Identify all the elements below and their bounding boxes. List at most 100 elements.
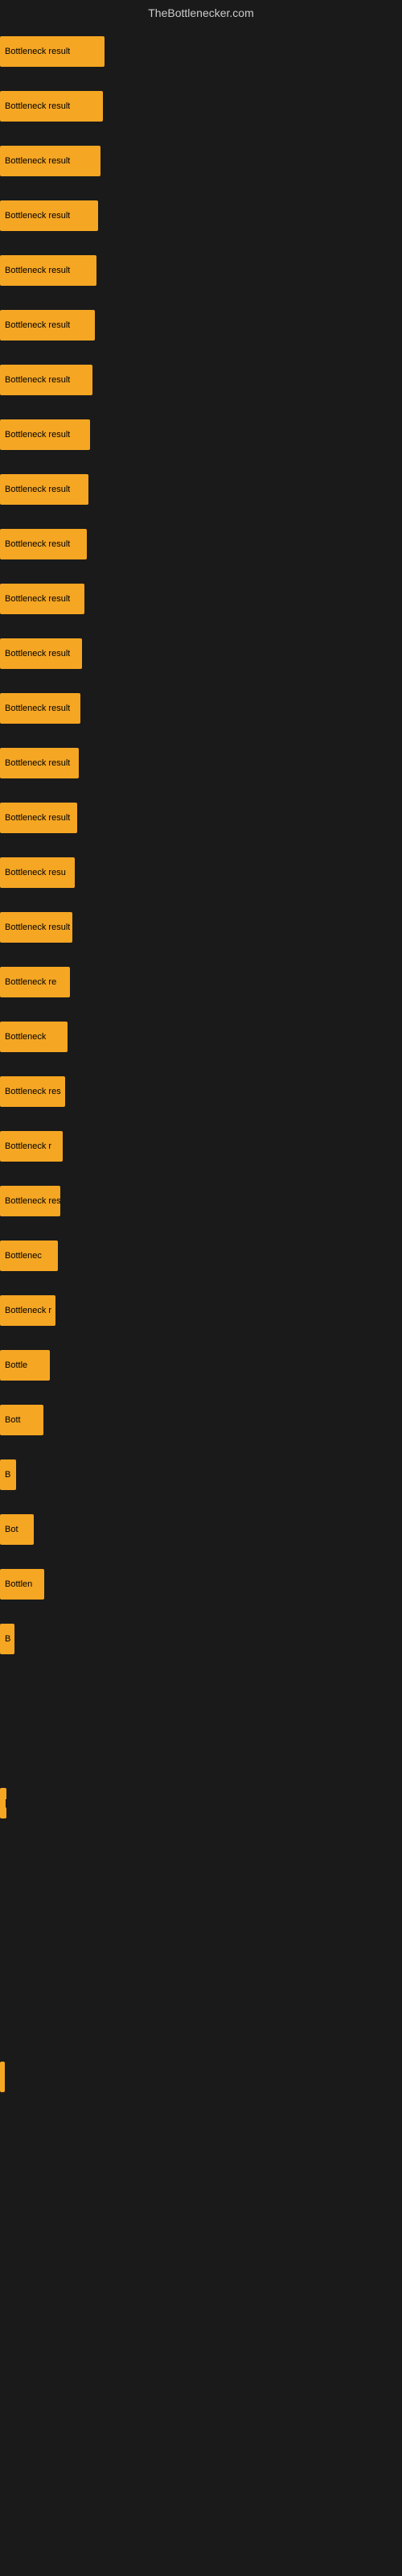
result-bar[interactable]: Bottleneck r — [0, 1131, 63, 1162]
bar-label: Bottleneck r — [5, 1141, 51, 1151]
bar-row — [0, 1940, 402, 1995]
bar-row: Bottleneck result — [0, 407, 402, 462]
bar-label: Bottleneck — [5, 1032, 46, 1042]
bar-row: Bott — [0, 1393, 402, 1447]
result-bar[interactable]: B — [0, 1624, 14, 1654]
bar-label: Bottleneck result — [5, 704, 70, 713]
bar-label: Bottleneck r — [5, 1306, 51, 1315]
site-title: TheBottlenecker.com — [0, 0, 402, 24]
bar-label: Bottleneck resu — [5, 868, 66, 877]
bar-label: Bottleneck result — [5, 649, 70, 658]
bar-row — [0, 1995, 402, 2050]
result-bar[interactable]: Bottleneck r — [0, 1295, 55, 1326]
bar-row: Bottleneck result — [0, 900, 402, 955]
result-bar[interactable]: Bottleneck result — [0, 200, 98, 231]
bar-label: B — [5, 1634, 10, 1644]
bar-row: Bottleneck result — [0, 79, 402, 134]
bar-row — [0, 1721, 402, 1776]
bar-label: Bottleneck result — [5, 266, 70, 275]
result-bar[interactable]: Bottlen — [0, 1569, 44, 1600]
bar-label: Bottleneck result — [5, 923, 70, 932]
bar-label: Bottleneck result — [5, 594, 70, 604]
bar-row: Bottleneck result — [0, 243, 402, 298]
bar-row: Bottlen — [0, 1557, 402, 1612]
bar-row: Bottleneck result — [0, 353, 402, 407]
result-bar[interactable]: | — [0, 1788, 6, 1818]
bar-row: Bottleneck result — [0, 736, 402, 791]
bar-label: Bottle — [5, 1360, 27, 1370]
bar-label: Bottleneck re — [5, 977, 56, 987]
result-bar[interactable]: Bot — [0, 1514, 34, 1545]
result-bar[interactable]: Bottleneck re — [0, 967, 70, 997]
result-bar[interactable]: Bottleneck result — [0, 310, 95, 341]
bar-label: Bottlenec — [5, 1251, 42, 1261]
bar-label: Bot — [5, 1525, 18, 1534]
bar-label: Bottleneck result — [5, 758, 70, 768]
result-bar[interactable]: Bottleneck result — [0, 584, 84, 614]
bar-row: Bottleneck r — [0, 1283, 402, 1338]
bar-label: Bottleneck result — [5, 101, 70, 111]
bar-label: Bottleneck result — [5, 430, 70, 440]
bar-label: | — [5, 1798, 6, 1808]
bar-row: Bottleneck resu — [0, 1174, 402, 1228]
bar-row: Bottleneck result — [0, 517, 402, 572]
result-bar[interactable]: Bottleneck resu — [0, 1186, 60, 1216]
bar-label: Bottleneck result — [5, 211, 70, 221]
bar-label: B — [5, 1470, 10, 1480]
bar-label: Bott — [5, 1415, 21, 1425]
result-bar[interactable]: Bottleneck res — [0, 1076, 65, 1107]
bar-row: Bottleneck result — [0, 24, 402, 79]
bar-label: Bottleneck result — [5, 156, 70, 166]
bar-row: Bottlenec — [0, 1228, 402, 1283]
bar-row: Bottleneck result — [0, 298, 402, 353]
result-bar[interactable]: Bottleneck result — [0, 912, 72, 943]
bar-label: Bottleneck resu — [5, 1196, 60, 1206]
bar-row: Bottleneck res — [0, 1064, 402, 1119]
result-bar[interactable]: Bottlenec — [0, 1241, 58, 1271]
result-bar[interactable]: Bott — [0, 1405, 43, 1435]
bar-row: Bottleneck result — [0, 791, 402, 845]
bar-row: B — [0, 1447, 402, 1502]
bar-label: Bottlen — [5, 1579, 32, 1589]
bar-row — [0, 1885, 402, 1940]
result-bar[interactable]: Bottleneck result — [0, 529, 87, 559]
bar-label: Bottleneck result — [5, 813, 70, 823]
bar-row: Bottleneck — [0, 1009, 402, 1064]
bar-row: Bottleneck result — [0, 626, 402, 681]
result-bar[interactable]: B — [0, 1459, 16, 1490]
result-bar[interactable]: Bottleneck resu — [0, 857, 75, 888]
bar-label: Bottleneck result — [5, 485, 70, 494]
bar-row: Bottle — [0, 1338, 402, 1393]
bar-row: Bottleneck result — [0, 572, 402, 626]
result-bar[interactable]: Bottleneck result — [0, 474, 88, 505]
result-bar[interactable]: Bottleneck result — [0, 419, 90, 450]
result-bar[interactable]: Bottleneck result — [0, 693, 80, 724]
result-bar[interactable]: Bottleneck result — [0, 146, 100, 176]
bar-row: Bottleneck result — [0, 462, 402, 517]
bar-row: Bottleneck result — [0, 134, 402, 188]
bar-label: Bottleneck result — [5, 375, 70, 385]
bar-row: Bottleneck re — [0, 955, 402, 1009]
bar-label: Bottleneck result — [5, 539, 70, 549]
result-bar[interactable]: Bottle — [0, 1350, 50, 1381]
bar-row: Bottleneck r — [0, 1119, 402, 1174]
result-bar[interactable]: Bottleneck result — [0, 803, 77, 833]
result-bar[interactable]: Bottleneck result — [0, 748, 79, 778]
result-bar[interactable]: Bottleneck result — [0, 36, 105, 67]
bar-label: Bottleneck result — [5, 47, 70, 56]
result-bar[interactable]: Bottleneck result — [0, 365, 92, 395]
result-bar[interactable]: Bottleneck result — [0, 638, 82, 669]
result-bar[interactable]: Bottleneck — [0, 1022, 68, 1052]
bar-row — [0, 2050, 402, 2104]
bar-row — [0, 1666, 402, 1721]
result-bar[interactable]: Bottleneck result — [0, 255, 96, 286]
bar-row — [0, 1831, 402, 1885]
result-bar[interactable]: Bottleneck result — [0, 91, 103, 122]
result-bar[interactable] — [0, 2062, 5, 2092]
bar-label: Bottleneck result — [5, 320, 70, 330]
bar-row: Bottleneck result — [0, 681, 402, 736]
bar-label: Bottleneck res — [5, 1087, 61, 1096]
bar-row: | — [0, 1776, 402, 1831]
bar-row: Bottleneck resu — [0, 845, 402, 900]
bar-row: Bot — [0, 1502, 402, 1557]
